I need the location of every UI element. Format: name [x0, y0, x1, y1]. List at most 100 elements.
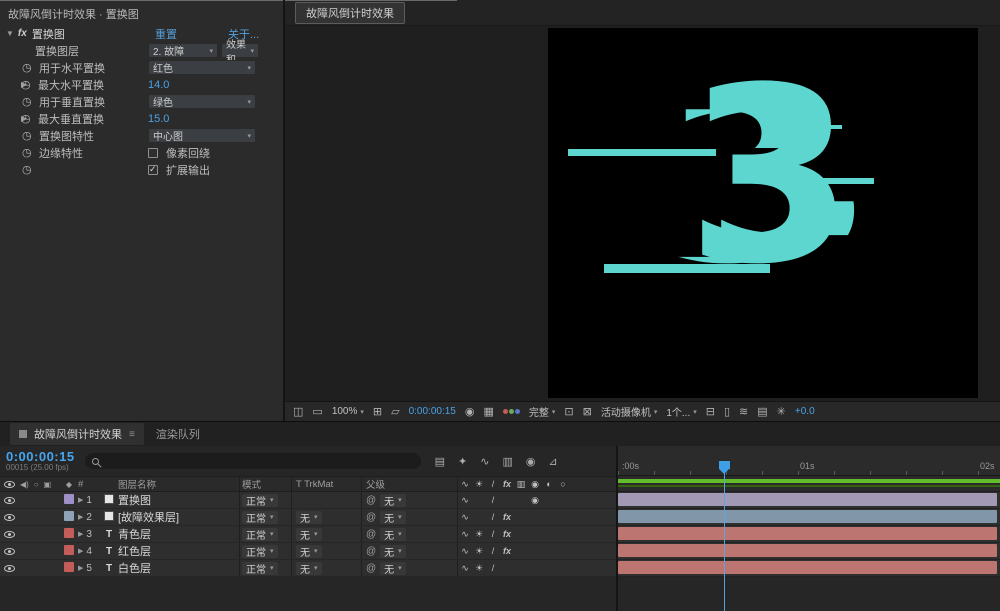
graph-editor-icon[interactable]: ⊿ — [548, 455, 557, 468]
layer-expander[interactable]: ▶ — [78, 564, 83, 572]
switch-star[interactable]: ☀ — [472, 546, 486, 557]
fast-previews-icon[interactable]: ≋ — [739, 405, 748, 418]
transparency-grid-icon[interactable]: ⊠ — [583, 405, 592, 418]
layer-expander[interactable]: ▶ — [78, 547, 83, 555]
layer-expander[interactable]: ▶ — [78, 513, 83, 521]
region-of-interest-icon[interactable]: ⊡ — [564, 405, 573, 418]
threed-header-icon[interactable]: ○ — [556, 479, 570, 489]
search-input[interactable] — [103, 455, 414, 467]
layer-row[interactable]: ▶ 2 [故障效果层] 正常 ▾ 无 ▾ @ 无 ▾ ∿ / fx — [0, 509, 616, 526]
layer-parent-select[interactable]: 无 ▾ — [380, 544, 406, 559]
layer-duration-bar[interactable] — [618, 561, 997, 574]
layer-label-chip[interactable] — [64, 493, 74, 504]
layer-trkmat-select[interactable]: 无 ▾ — [296, 561, 322, 576]
layer-name[interactable]: 青色层 — [116, 526, 240, 542]
snapshot-icon[interactable]: ◉ — [465, 405, 475, 418]
layer-trkmat-select[interactable]: 无 ▾ — [296, 527, 322, 542]
wrap-pixels-checkbox[interactable] — [148, 147, 158, 158]
expander-icon[interactable]: ▶ — [0, 114, 27, 123]
layer-duration-bar[interactable] — [618, 510, 997, 523]
parent-pickwhip-icon[interactable]: @ — [366, 529, 376, 540]
layer-visibility-toggle[interactable] — [4, 496, 15, 504]
switch-shy[interactable]: ∿ — [458, 546, 472, 557]
magnification-select[interactable]: 100% ▾ — [332, 406, 364, 417]
v-max-value[interactable]: 15.0 — [148, 113, 169, 125]
viewer-tab[interactable]: 故障风倒计时效果 — [295, 1, 405, 24]
video-column-icon[interactable] — [4, 480, 15, 488]
layer-name[interactable]: [故障效果层] — [116, 509, 240, 525]
audio-column-icon[interactable]: ◀) — [20, 480, 29, 489]
exposure-value[interactable]: +0.0 — [795, 406, 815, 417]
timeline-link-icon[interactable]: ▤ — [757, 405, 767, 418]
comp-mini-flowchart-icon[interactable]: ▤ — [435, 455, 445, 468]
viewer-timecode[interactable]: 0:00:00:15 — [409, 406, 456, 417]
time-ruler[interactable]: :00s 01s 02s — [618, 446, 1000, 476]
mask-visibility-icon[interactable]: ▱ — [391, 405, 399, 418]
layer-visibility-toggle[interactable] — [4, 564, 15, 572]
parent-pickwhip-icon[interactable]: @ — [366, 512, 376, 523]
switch-shy[interactable]: ∿ — [458, 495, 472, 506]
stopwatch-icon[interactable]: ◷ — [22, 95, 39, 108]
layer-name[interactable]: 红色层 — [116, 543, 240, 559]
layer-search-box[interactable] — [84, 453, 421, 469]
stopwatch-icon[interactable]: ◷ — [22, 146, 39, 159]
layer-mode-select[interactable]: 正常 ▾ — [242, 493, 278, 508]
fx-badge-icon[interactable]: fx — [18, 28, 27, 39]
switch-star[interactable]: ☀ — [472, 529, 486, 540]
collapse-triangle-icon[interactable]: ▼ — [6, 29, 14, 38]
resolution-select[interactable]: 完整 ▾ — [529, 404, 556, 419]
h-max-value[interactable]: 14.0 — [148, 79, 169, 91]
lock-column-icon[interactable]: ▣ — [44, 480, 52, 489]
panel-menu-icon[interactable]: ≡ — [129, 429, 135, 440]
label-column-icon[interactable]: ◆ — [66, 480, 72, 489]
current-timecode[interactable]: 0:00:00:15 — [6, 450, 75, 463]
layer-row[interactable]: ▶ 5 T 白色层 正常 ▾ 无 ▾ @ 无 ▾ ∿ ☀ / — [0, 560, 616, 577]
layer-duration-bar[interactable] — [618, 544, 997, 557]
mode-column-header[interactable]: 模式 — [240, 477, 292, 491]
effects-header-icon[interactable]: fx — [500, 479, 514, 489]
show-snapshot-icon[interactable]: ▦ — [483, 405, 493, 418]
layer-duration-bar[interactable] — [618, 493, 997, 506]
expander-icon[interactable]: ▶ — [0, 80, 27, 89]
layer-trkmat-select[interactable]: 无 ▾ — [296, 544, 322, 559]
layer-label-chip[interactable] — [64, 527, 74, 538]
layer-row[interactable]: ▶ 3 T 青色层 正常 ▾ 无 ▾ @ 无 ▾ ∿ ☀ / fx — [0, 526, 616, 543]
playhead-line[interactable] — [724, 472, 725, 611]
layer-duration-bar[interactable] — [618, 527, 997, 540]
layer-mode-select[interactable]: 正常 ▾ — [242, 561, 278, 576]
grid-guides-icon[interactable]: ⊞ — [373, 405, 382, 418]
shy-header-icon[interactable]: ∿ — [458, 479, 472, 490]
switch-fx[interactable]: fx — [500, 529, 514, 539]
show-channel-icon[interactable] — [502, 409, 520, 414]
solo-column-icon[interactable]: ○ — [34, 480, 39, 489]
adjust-exposure-icon[interactable]: ✳ — [777, 405, 786, 418]
motion-blur-icon[interactable]: ◉ — [526, 455, 536, 468]
layer-label-chip[interactable] — [64, 510, 74, 521]
layer-name-column-header[interactable]: 图层名称 — [116, 477, 240, 491]
parent-pickwhip-icon[interactable]: @ — [366, 546, 376, 557]
switch-quality[interactable]: / — [486, 546, 500, 556]
layer-name[interactable]: 置换图 — [116, 492, 240, 508]
layer-mode-select[interactable]: 正常 ▾ — [242, 544, 278, 559]
composition-canvas[interactable]: 3 3 3 3 — [548, 28, 978, 398]
switch-motion-blur[interactable]: ◉ — [528, 495, 542, 506]
switch-quality[interactable]: / — [486, 563, 500, 573]
map-source-select[interactable]: 效果和▾ — [221, 40, 259, 66]
layer-parent-select[interactable]: 无 ▾ — [380, 510, 406, 525]
layer-parent-select[interactable]: 无 ▾ — [380, 561, 406, 576]
view-layout-icon[interactable]: ⊟ — [706, 405, 715, 418]
quality-header-icon[interactable]: / — [486, 479, 500, 489]
stopwatch-icon[interactable]: ◷ — [22, 61, 39, 74]
layer-parent-select[interactable]: 无 ▾ — [380, 527, 406, 542]
parent-pickwhip-icon[interactable]: @ — [366, 563, 376, 574]
render-queue-tab[interactable]: 渲染队列 — [156, 426, 200, 442]
layer-visibility-toggle[interactable] — [4, 530, 15, 538]
layer-parent-select[interactable]: 无 ▾ — [380, 493, 406, 508]
expand-output-checkbox[interactable] — [148, 164, 158, 175]
parent-column-header[interactable]: 父级 — [362, 477, 458, 491]
trkmat-column-header[interactable]: T TrkMat — [292, 477, 362, 491]
view-count-select[interactable]: 1个... ▾ — [666, 404, 696, 419]
layer-name[interactable]: 白色层 — [116, 560, 240, 576]
switch-fx[interactable]: fx — [500, 546, 514, 556]
hide-shy-layers-icon[interactable]: ∿ — [480, 455, 489, 468]
